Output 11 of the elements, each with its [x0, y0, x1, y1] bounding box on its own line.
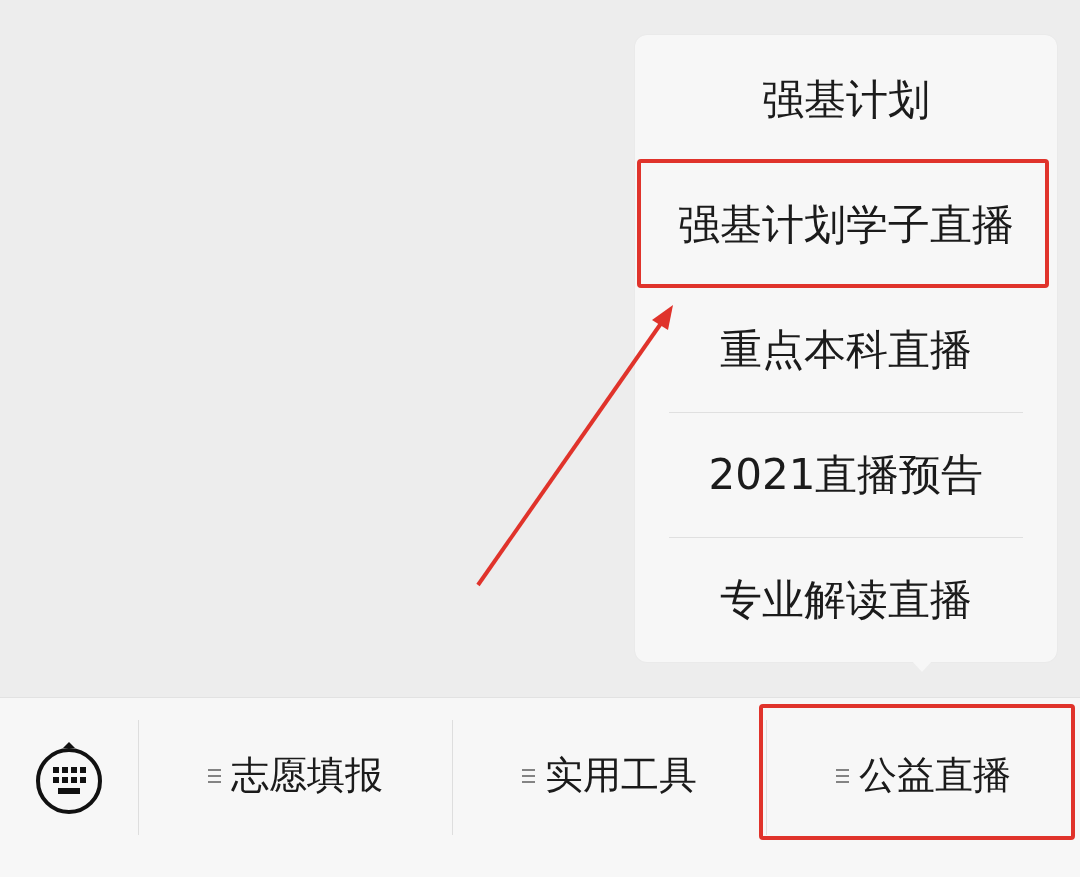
- menu-icon: [836, 768, 849, 783]
- menu-item[interactable]: 重点本科直播: [635, 288, 1057, 412]
- menu-item[interactable]: 2021直播预告: [635, 413, 1057, 537]
- menu-icon: [208, 768, 221, 783]
- menu-item[interactable]: 强基计划学子直播: [635, 163, 1057, 287]
- menu-bar-item[interactable]: 公益直播: [767, 698, 1080, 877]
- menu-bar-item[interactable]: 实用工具: [453, 698, 766, 877]
- menu-item[interactable]: 强基计划: [635, 38, 1057, 162]
- menu-bar-item[interactable]: 志愿填报: [139, 698, 452, 877]
- menu-item[interactable]: 专业解读直播: [635, 538, 1057, 662]
- menu-icon: [522, 768, 535, 783]
